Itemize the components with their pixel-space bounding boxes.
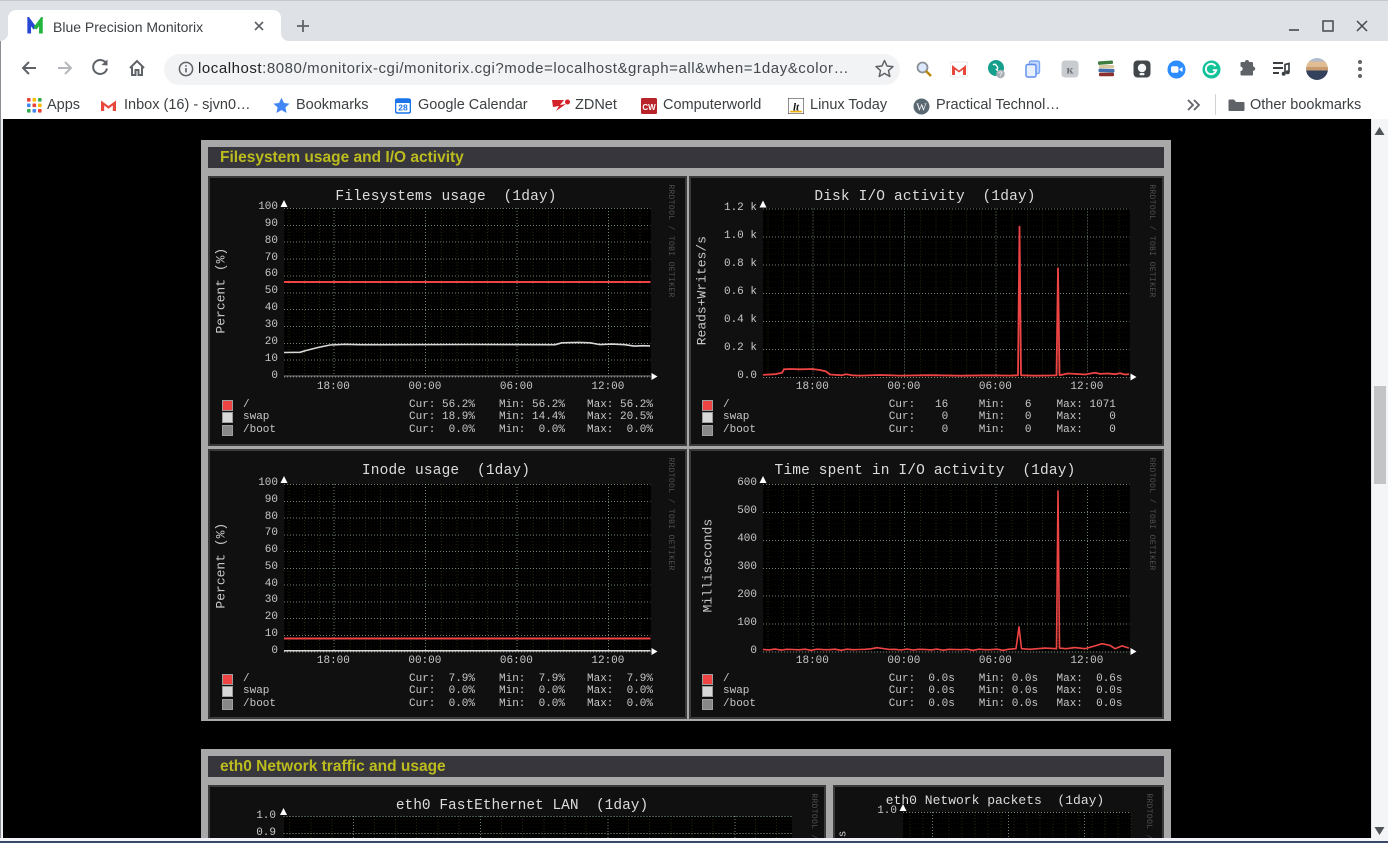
svg-text:W: W [916, 102, 927, 114]
svg-text:28: 28 [398, 103, 408, 113]
svg-text:к: к [1067, 63, 1074, 77]
svg-text:CW: CW [642, 103, 656, 112]
svg-text:?: ? [998, 70, 1002, 79]
